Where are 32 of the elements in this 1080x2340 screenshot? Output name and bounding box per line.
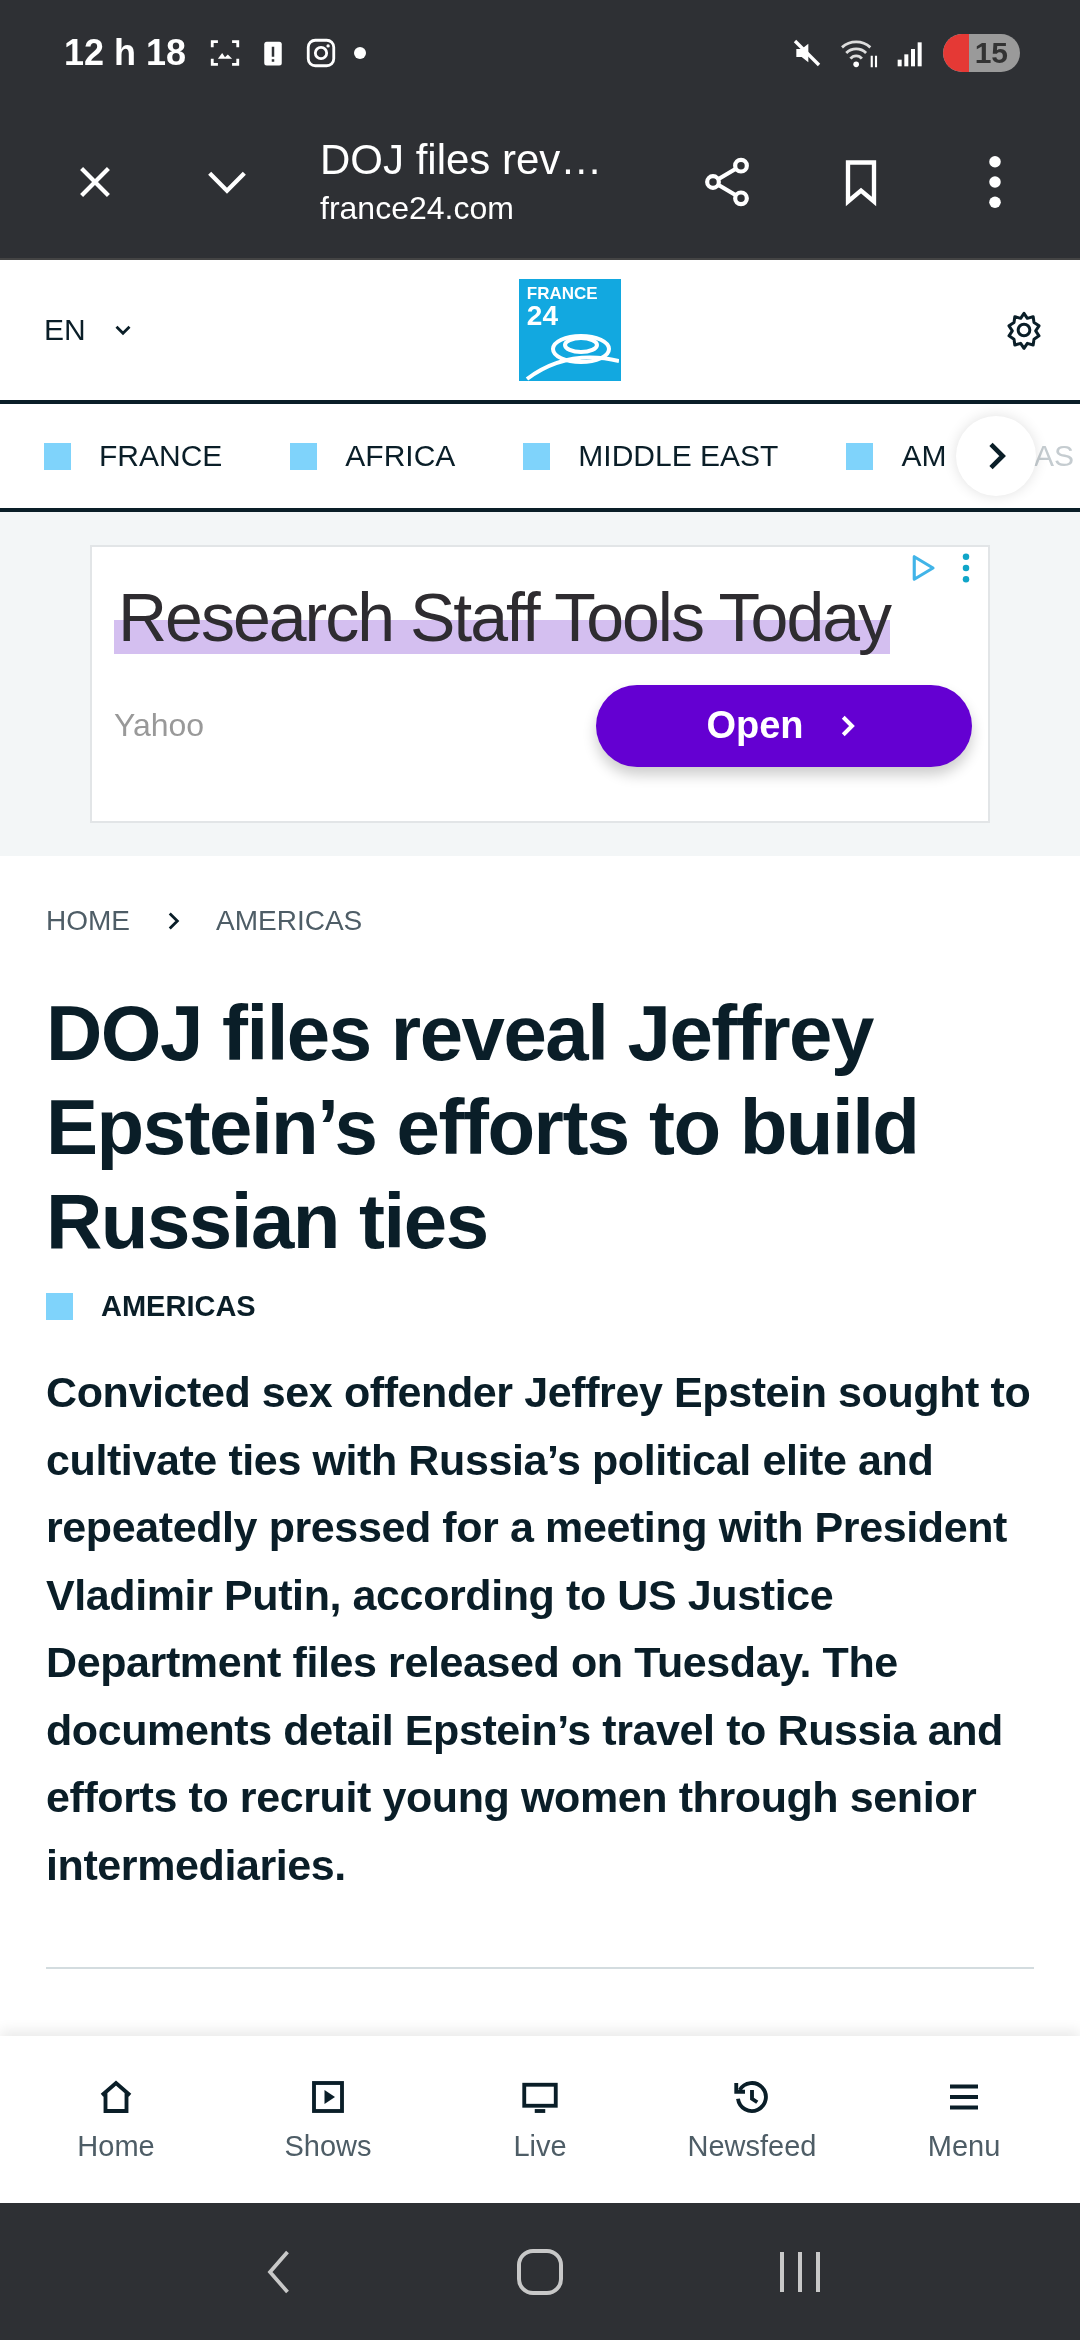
battery-indicator: 15 bbox=[942, 33, 1020, 72]
section-tab[interactable]: AM bbox=[846, 439, 947, 473]
notification-dot-icon bbox=[354, 46, 367, 59]
status-time: 12 h 18 bbox=[64, 31, 187, 74]
section-marker-icon bbox=[846, 442, 874, 470]
section-marker-icon bbox=[44, 442, 71, 470]
category-link[interactable]: AMERICAS bbox=[101, 1290, 256, 1323]
nav-tab[interactable]: Menu bbox=[864, 2076, 1064, 2163]
logo-text: FRANCE bbox=[526, 285, 598, 303]
nav-tab[interactable]: Newsfeed bbox=[652, 2076, 852, 2163]
logo-number: 24 bbox=[526, 301, 558, 331]
category-marker-icon bbox=[46, 1293, 73, 1320]
breadcrumb-link[interactable]: HOME bbox=[46, 905, 130, 937]
nav-tab[interactable]: Home bbox=[16, 2076, 216, 2163]
page-title: DOJ files rev… bbox=[320, 136, 604, 184]
article-headline: DOJ files reveal Jeffrey Epstein’s efforts to build Russian ties bbox=[46, 988, 920, 1267]
nav-tab[interactable]: Live bbox=[440, 2076, 640, 2163]
nav-tab[interactable]: Shows bbox=[228, 2076, 428, 2163]
settings-icon[interactable] bbox=[1004, 310, 1044, 350]
section-tab[interactable]: MIDDLE EAST bbox=[523, 439, 779, 473]
section-marker-icon bbox=[290, 442, 318, 470]
more-icon bbox=[989, 155, 1001, 208]
article-summary: Convicted sex offender Jeffrey Epstein sought to cultivate ties with Russia’s political elite and repeatedly pressed for a meeting with President Vladimir Putin, according to US Justice Department files released on Tuesday. The documents detail Epstein’s travel to Russia and efforts to recruit young women through senior intermediaries. bbox=[46, 1367, 1032, 1891]
ad-source: Yahoo bbox=[114, 707, 205, 745]
section-marker-icon bbox=[523, 442, 551, 470]
ad-menu-icon[interactable] bbox=[962, 553, 970, 583]
open-button[interactable]: Open bbox=[596, 684, 972, 767]
section-tab[interactable]: FRANCE bbox=[44, 439, 223, 473]
section-tab[interactable]: AFRICA bbox=[290, 439, 456, 473]
breadcrumb-link[interactable]: AMERICAS bbox=[216, 905, 363, 937]
language-selector[interactable]: EN bbox=[44, 313, 136, 347]
page-url: france24.com bbox=[320, 190, 515, 227]
